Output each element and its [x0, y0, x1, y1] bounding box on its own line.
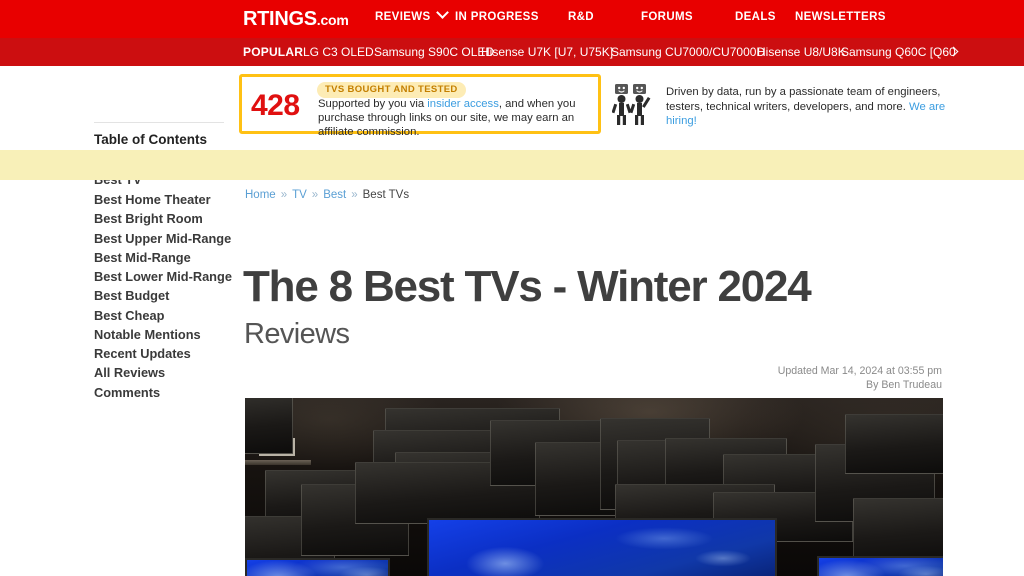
- toc-item-comments[interactable]: Comments: [94, 385, 160, 400]
- chevron-down-icon: [435, 6, 449, 19]
- page-root: RTINGS.com REVIEWS IN PROGRESS R&D FORUM…: [0, 0, 1024, 576]
- toc-item-best-home-theater[interactable]: Best Home Theater: [94, 192, 211, 207]
- tested-count: 428: [251, 89, 300, 122]
- nav-item-rd[interactable]: R&D: [568, 11, 594, 23]
- toc-item-best-upper-mid[interactable]: Best Upper Mid-Range: [94, 231, 231, 246]
- breadcrumb-tv[interactable]: TV: [292, 189, 307, 201]
- breadcrumb-separator: »: [351, 189, 358, 201]
- logo-suffix: .com: [316, 12, 349, 28]
- insider-access-link[interactable]: insider access: [427, 98, 499, 110]
- popular-item-q60c[interactable]: Samsung Q60C [Q60: [841, 45, 956, 59]
- page-title: The 8 Best TVs - Winter 2024: [243, 262, 812, 311]
- nav-label: REVIEWS: [375, 11, 431, 23]
- toc-item-recent-updates[interactable]: Recent Updates: [94, 346, 191, 361]
- breadcrumb-separator: »: [311, 189, 319, 201]
- popular-item-u7k[interactable]: Hisense U7K [U7, U75K]: [481, 45, 613, 59]
- driven-description: Driven by data, run by a passionate team…: [666, 86, 941, 113]
- hero-tv: [853, 498, 943, 564]
- toc-item-best-lower-mid[interactable]: Best Lower Mid-Range: [94, 269, 232, 284]
- nav-item-in-progress[interactable]: IN PROGRESS: [455, 11, 539, 23]
- toc-item-best-budget[interactable]: Best Budget: [94, 288, 169, 303]
- breadcrumb-separator: »: [280, 189, 288, 201]
- tvs-bought-and-tested-box: 428 TVS BOUGHT AND TESTED Supported by y…: [239, 74, 601, 138]
- toc-item-best-cheap[interactable]: Best Cheap: [94, 308, 164, 323]
- breadcrumb-best[interactable]: Best: [323, 189, 346, 201]
- announcement-banner: [0, 150, 1024, 180]
- hero-tv: [845, 414, 943, 474]
- nav-item-reviews[interactable]: REVIEWS: [375, 6, 449, 23]
- nav-item-deals[interactable]: DEALS: [735, 11, 776, 23]
- toc-title: Table of Contents: [94, 132, 207, 147]
- nav-item-newsletters[interactable]: NEWSLETTERS: [795, 11, 886, 23]
- nav-item-forums[interactable]: FORUMS: [641, 11, 693, 23]
- team-people-icon: [611, 82, 658, 126]
- popular-label: POPULAR: [243, 45, 304, 59]
- toc-divider: [94, 122, 224, 123]
- breadcrumb-current: Best TVs: [362, 189, 410, 201]
- breadcrumb: Home » TV » Best » Best TVs: [245, 189, 409, 201]
- hero-tv-lit-screen: [245, 558, 390, 576]
- driven-by-data-text: Driven by data, run by a passionate team…: [666, 85, 956, 129]
- hero-image: [245, 398, 943, 576]
- tested-desc-before: Supported by you via: [318, 98, 428, 110]
- popular-item-lg-c3[interactable]: LG C3 OLED: [303, 45, 374, 59]
- hero-tv-lit-screen: [817, 556, 943, 576]
- tested-description: Supported by you via insider access, and…: [318, 97, 593, 139]
- hero-tv-lit-screen: [427, 518, 777, 576]
- toc-item-all-reviews[interactable]: All Reviews: [94, 365, 165, 380]
- popular-item-u8[interactable]: Hisense U8/U8K: [757, 45, 846, 59]
- article-author: By Ben Trudeau: [866, 379, 942, 391]
- main-navigation-bar: RTINGS.com REVIEWS IN PROGRESS R&D FORUM…: [0, 0, 1024, 38]
- breadcrumb-home[interactable]: Home: [245, 189, 276, 201]
- toc-item-best-bright-room[interactable]: Best Bright Room: [94, 211, 203, 226]
- toc-item-best-mid-range[interactable]: Best Mid-Range: [94, 250, 191, 265]
- updated-timestamp: Updated Mar 14, 2024 at 03:55 pm: [777, 365, 942, 377]
- logo-text: RTINGS: [243, 8, 317, 30]
- popular-bar: POPULAR LG C3 OLED Samsung S90C OLED His…: [0, 38, 1024, 66]
- site-logo[interactable]: RTINGS.com: [243, 7, 349, 32]
- toc-item-notable-mentions[interactable]: Notable Mentions: [94, 327, 201, 342]
- page-subtitle: Reviews: [244, 318, 350, 350]
- hero-shelf: [245, 460, 311, 465]
- hero-tv: [245, 398, 293, 454]
- popular-item-cu7000[interactable]: Samsung CU7000/CU7000D: [611, 45, 765, 59]
- popular-item-s90c[interactable]: Samsung S90C OLED: [374, 45, 494, 59]
- tested-badge: TVS BOUGHT AND TESTED: [317, 82, 466, 98]
